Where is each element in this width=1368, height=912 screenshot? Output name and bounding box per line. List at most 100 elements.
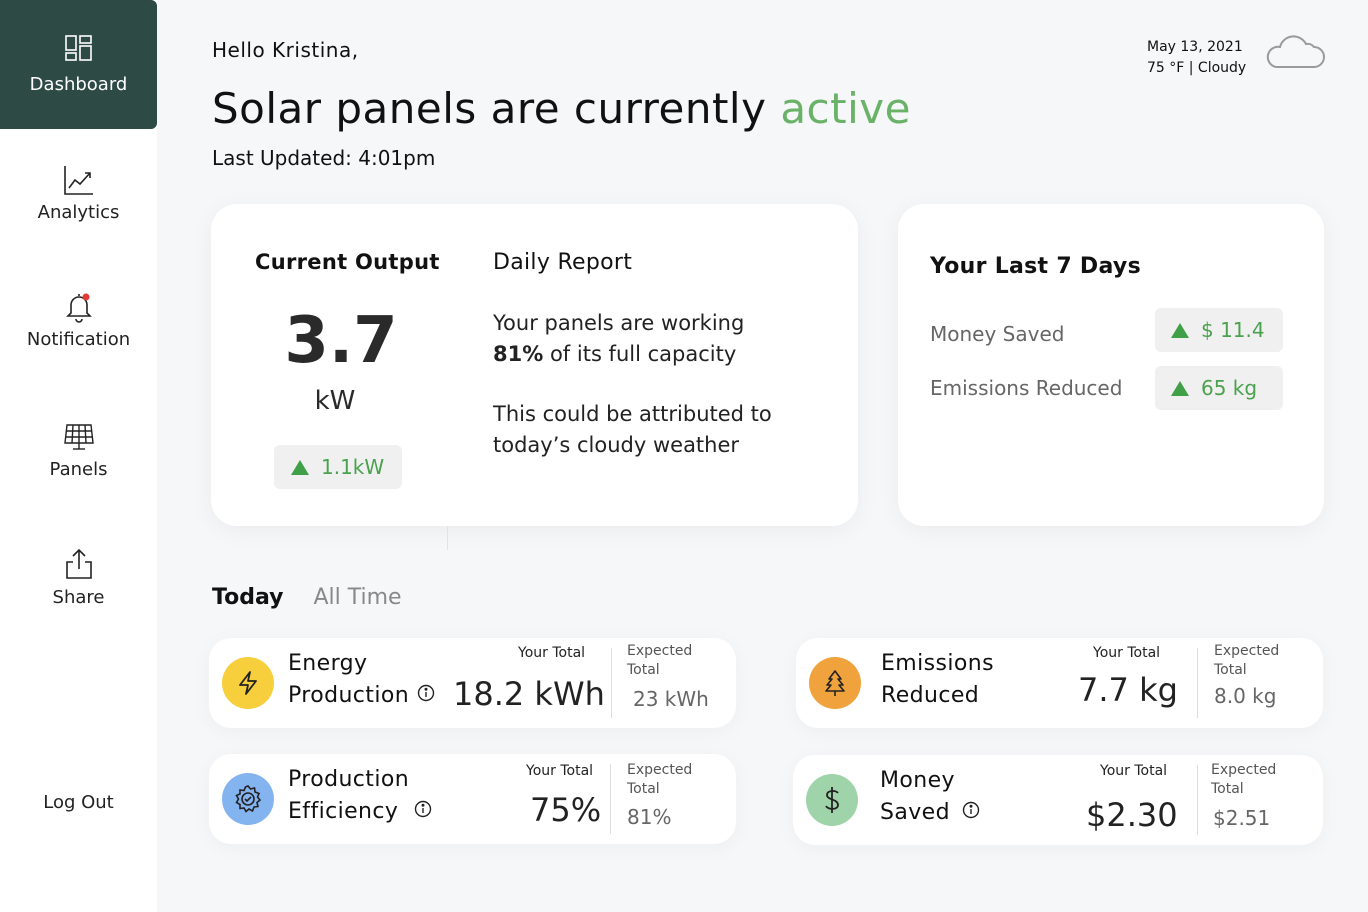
stat-title-line1: Emissions	[881, 651, 994, 676]
bell-icon	[63, 291, 95, 323]
capacity-text-suffix: of its full capacity	[549, 342, 737, 366]
expected-label-line1: Expected	[627, 643, 693, 659]
emissions-reduced-badge: 65 kg	[1155, 366, 1283, 410]
divider	[1197, 648, 1198, 718]
emissions-reduced-card: Emissions Reduced Your Total 7.7 kg Expe…	[796, 638, 1323, 728]
divider	[447, 526, 448, 550]
capacity-text-prefix: Your panels are working	[493, 311, 745, 335]
tab-all-time[interactable]: All Time	[313, 585, 401, 610]
stat-title-line2: Efficiency	[288, 799, 399, 824]
sidebar-item-label: Notification	[26, 329, 131, 350]
your-total-label: Your Total	[526, 763, 594, 779]
stat-title-line1: Energy	[288, 651, 368, 676]
info-icon[interactable]	[962, 797, 980, 829]
stat-title: Production Efficiency	[288, 764, 432, 828]
dollar-icon	[806, 774, 858, 826]
cloud-icon	[1262, 30, 1326, 76]
status-text: active	[780, 84, 911, 133]
expected-label-line1: Expected	[1211, 762, 1277, 778]
expected-label-line1: Expected	[627, 762, 693, 778]
expected-total-value: 23 kWh	[633, 687, 709, 711]
divider	[610, 764, 611, 834]
lightning-icon	[222, 657, 274, 709]
stat-title: Money Saved	[880, 765, 980, 829]
greeting: Hello Kristina,	[212, 38, 359, 62]
emissions-reduced-label: Emissions Reduced	[930, 376, 1123, 400]
weather-conditions: 75 °F | Cloudy	[1147, 60, 1247, 76]
expected-total-label: Expected Total	[627, 642, 692, 680]
output-change-badge: 1.1kW	[274, 445, 402, 489]
stat-title: Energy Production	[288, 648, 435, 712]
solar-panel-icon	[63, 421, 95, 453]
output-report-card: Current Output 3.7 kW 1.1kW Daily Report…	[211, 204, 858, 526]
your-total-value: 18.2 kWh	[453, 675, 605, 713]
tab-today[interactable]: Today	[212, 585, 283, 610]
your-total-value: $2.30	[1086, 796, 1178, 834]
your-total-value: 7.7 kg	[1078, 671, 1178, 709]
divider	[1197, 765, 1198, 835]
sidebar-item-dashboard[interactable]: Dashboard	[0, 0, 157, 129]
dashboard-icon	[64, 34, 94, 62]
weather-date: May 13, 2021	[1147, 39, 1243, 55]
sidebar-item-panels[interactable]: Panels	[0, 421, 157, 480]
sidebar-item-share[interactable]: Share	[0, 547, 157, 608]
sidebar-item-label: Analytics	[37, 202, 120, 223]
your-total-label: Your Total	[518, 645, 586, 661]
period-tabs: Today All Time	[212, 585, 402, 610]
sidebar-item-label: Panels	[49, 459, 108, 480]
stat-title-line1: Production	[288, 767, 410, 792]
stat-title-line2: Saved	[880, 800, 950, 825]
stat-title-line2: Reduced	[881, 683, 980, 708]
current-output-title: Current Output	[255, 250, 440, 274]
sidebar-item-label: Share	[52, 587, 105, 608]
up-arrow-icon	[1171, 380, 1189, 396]
daily-report-capacity: Your panels are working 81% of its full …	[493, 308, 744, 370]
last-7-days-title: Your Last 7 Days	[930, 254, 1141, 279]
headline-prefix: Solar panels are currently	[212, 84, 767, 133]
expected-label-line2: Total	[627, 781, 660, 797]
expected-label-line2: Total	[1211, 781, 1244, 797]
reason-line-1: This could be attributed to	[493, 402, 772, 426]
capacity-percent: 81%	[493, 342, 544, 366]
sidebar-item-analytics[interactable]: Analytics	[0, 164, 157, 223]
stat-title-line1: Money	[880, 768, 955, 793]
gear-icon	[222, 773, 274, 825]
expected-total-value: 81%	[627, 805, 672, 829]
share-icon	[63, 547, 95, 581]
sidebar-item-notification[interactable]: Notification	[0, 291, 157, 350]
expected-total-label: Expected Total	[1214, 642, 1279, 680]
analytics-icon	[63, 164, 95, 196]
logout-button[interactable]: Log Out	[0, 792, 157, 813]
sidebar: Dashboard Analytics Notification Panels	[0, 0, 157, 912]
money-saved-value: $ 11.4	[1201, 318, 1265, 342]
tree-icon	[809, 657, 861, 709]
reason-line-2: today’s cloudy weather	[493, 433, 740, 457]
stat-title-line2: Production	[288, 683, 410, 708]
up-arrow-icon	[1171, 322, 1189, 338]
output-change-value: 1.1kW	[321, 455, 385, 479]
stat-title: Emissions Reduced	[881, 648, 994, 712]
your-total-label: Your Total	[1093, 645, 1161, 661]
info-icon[interactable]	[414, 796, 432, 828]
your-total-label: Your Total	[1100, 763, 1168, 779]
expected-label-line2: Total	[627, 662, 660, 678]
expected-total-label: Expected Total	[627, 761, 692, 799]
expected-total-label: Expected Total	[1211, 761, 1276, 799]
emissions-reduced-value: 65 kg	[1201, 376, 1258, 400]
last-7-days-card: Your Last 7 Days Money Saved $ 11.4 Emis…	[898, 204, 1324, 526]
daily-report-reason: This could be attributed to today’s clou…	[493, 399, 772, 461]
info-icon[interactable]	[417, 680, 435, 712]
energy-production-card: Energy Production Your Total 18.2 kWh Ex…	[209, 638, 736, 728]
production-efficiency-card: Production Efficiency Your Total 75% Exp…	[209, 754, 736, 844]
last-updated: Last Updated: 4:01pm	[212, 146, 436, 170]
expected-total-value: 8.0 kg	[1214, 684, 1277, 708]
up-arrow-icon	[291, 459, 309, 475]
expected-label-line1: Expected	[1214, 643, 1280, 659]
current-output-value: 3.7	[284, 304, 398, 378]
money-saved-label: Money Saved	[930, 322, 1065, 346]
daily-report-title: Daily Report	[493, 250, 633, 275]
expected-total-value: $2.51	[1213, 806, 1271, 830]
your-total-value: 75%	[530, 791, 602, 829]
divider	[611, 648, 612, 718]
money-saved-badge: $ 11.4	[1155, 308, 1283, 352]
